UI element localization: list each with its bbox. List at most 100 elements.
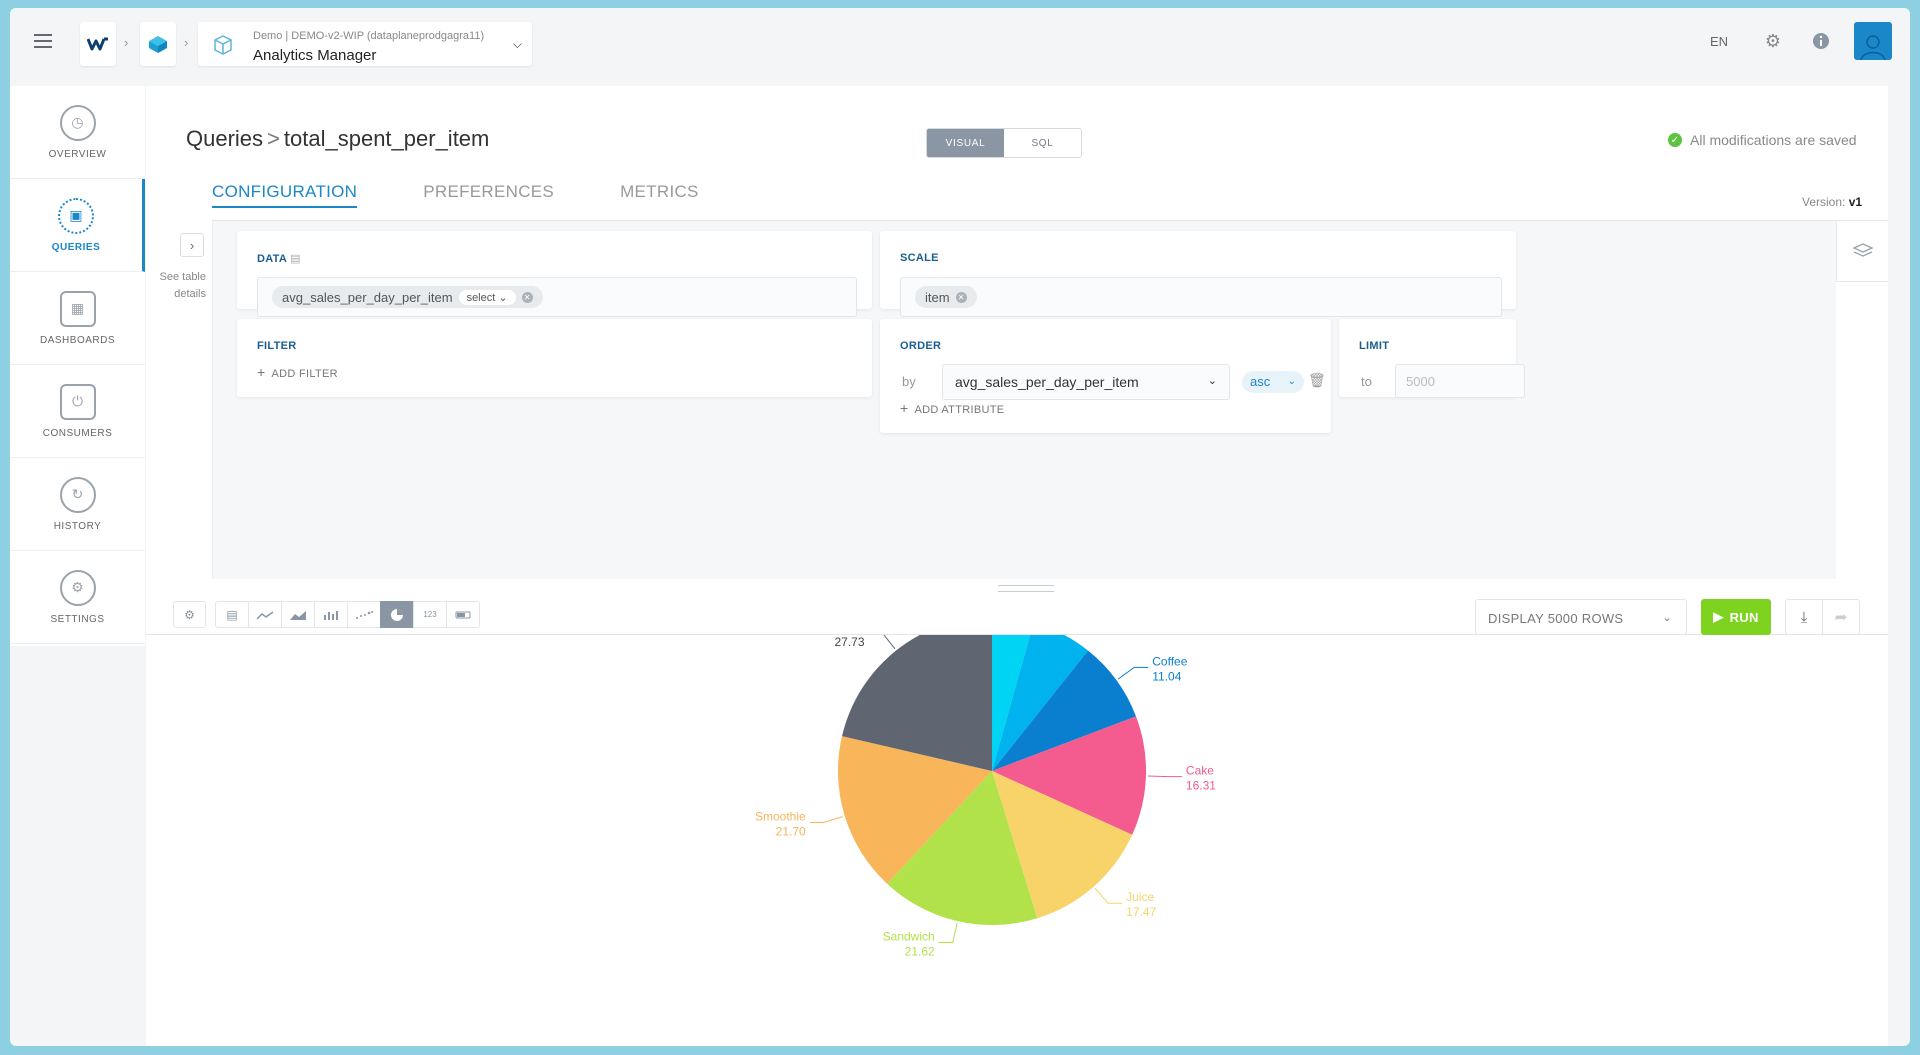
sql-mode-button[interactable]: SQL xyxy=(1004,129,1081,157)
history-icon: ↻ xyxy=(59,476,96,513)
sidebar-item-label: OVERVIEW xyxy=(48,148,107,160)
app-name: Analytics Manager xyxy=(253,47,377,64)
scale-field[interactable]: item ✕ xyxy=(900,277,1502,317)
add-filter-button[interactable]: + ADD FILTER xyxy=(257,364,338,380)
bar-chart-icon[interactable] xyxy=(314,601,348,628)
sidebar-item-consumers[interactable]: ⏻ CONSUMERS xyxy=(10,365,145,458)
gear-icon[interactable]: ⚙ xyxy=(1762,30,1784,52)
sidebar-item-dashboards[interactable]: ▦ DASHBOARDS xyxy=(10,272,145,365)
chart-toolbar: ⚙ ▤ 123 DISPLAY 5000 ROWS ⌄ ▶ RUN ⤓ ➦ xyxy=(146,579,1888,635)
pie-label: Cake xyxy=(1186,764,1214,778)
trash-icon[interactable]: 🗑 xyxy=(1308,372,1326,389)
top-bar: › › Demo | DEMO-v2-WIP (dataplaneprodgag… xyxy=(10,8,1910,78)
user-avatar[interactable] xyxy=(1854,22,1892,60)
sidebar-item-label: QUERIES xyxy=(51,241,101,253)
chevron-down-icon: ⌵ xyxy=(512,37,522,51)
pie-label: Sandwich xyxy=(883,930,935,944)
info-icon[interactable] xyxy=(1810,30,1832,52)
logo-icon xyxy=(87,37,108,51)
tab-bar: CONFIGURATION PREFERENCES METRICS xyxy=(212,182,765,208)
pie-chart: Cookie5.64Tea8.28Coffee11.04Cake16.31Jui… xyxy=(146,635,1888,1046)
gauge-icon: ◷ xyxy=(59,104,96,141)
breadcrumb-queries-link[interactable]: Queries xyxy=(186,126,263,151)
user-icon xyxy=(1860,35,1886,60)
pie-leader-line xyxy=(1094,887,1123,904)
mode-toggle: VISUAL SQL xyxy=(926,128,1082,158)
run-button[interactable]: ▶ RUN xyxy=(1701,599,1771,635)
order-card: ORDER by avg_sales_per_day_per_item ⌄ as… xyxy=(880,319,1331,433)
plug-icon: ⏻ xyxy=(59,383,96,420)
app-window: › › Demo | DEMO-v2-WIP (dataplaneprodgag… xyxy=(10,8,1910,1046)
sidebar-item-settings[interactable]: ⚙ SETTINGS xyxy=(10,551,145,644)
version-caption: Version: xyxy=(1802,195,1846,209)
order-direction-select[interactable]: asc ⌄ xyxy=(1242,371,1304,393)
limit-to-label: to xyxy=(1361,374,1372,389)
run-label: RUN xyxy=(1729,609,1759,625)
pie-chart-icon[interactable] xyxy=(380,601,414,628)
remove-icon[interactable]: ✕ xyxy=(955,291,967,303)
sidebar-item-history[interactable]: ↻ HISTORY xyxy=(10,458,145,551)
limit-input[interactable]: 5000 xyxy=(1395,364,1525,398)
app-selector[interactable]: Demo | DEMO-v2-WIP (dataplaneprodgagra11… xyxy=(198,22,532,66)
pie-value-label: 21.62 xyxy=(905,945,935,959)
remove-icon[interactable]: ✕ xyxy=(521,291,533,303)
pie-leader-line xyxy=(1117,666,1149,680)
plus-icon: + xyxy=(900,400,909,416)
line-chart-icon[interactable] xyxy=(248,601,282,628)
pie-label: Juice xyxy=(1126,890,1154,904)
pie-label: Coffee xyxy=(1152,654,1187,668)
chevron-right-icon[interactable]: › xyxy=(180,233,204,257)
version-label: Version: v1 xyxy=(1802,195,1862,209)
limit-title: LIMIT xyxy=(1359,340,1390,352)
pie-chart-svg: Cookie5.64Tea8.28Coffee11.04Cake16.31Jui… xyxy=(755,635,1216,959)
display-rows-select[interactable]: DISPLAY 5000 ROWS ⌄ xyxy=(1475,599,1687,635)
see-table-details-link[interactable]: See table details xyxy=(148,269,206,303)
tab-metrics[interactable]: METRICS xyxy=(620,182,699,208)
scatter-chart-icon[interactable] xyxy=(347,601,381,628)
cube-icon xyxy=(149,36,167,53)
pie-value-label: 11.04 xyxy=(1152,669,1181,683)
display-rows-value: DISPLAY 5000 ROWS xyxy=(1488,611,1624,626)
sidebar-item-label: DASHBOARDS xyxy=(39,334,115,346)
configuration-area: DATA ▤ avg_sales_per_day_per_item select… xyxy=(213,221,1836,579)
sidebar-item-label: SETTINGS xyxy=(50,613,105,625)
filter-card: FILTER + ADD FILTER xyxy=(237,319,872,397)
scale-chip-label: item xyxy=(925,289,950,305)
limit-card: LIMIT to 5000 xyxy=(1339,319,1525,398)
pie-leader-line xyxy=(1147,775,1182,778)
aggregation-select[interactable]: select ⌄ xyxy=(458,289,516,305)
tab-preferences[interactable]: PREFERENCES xyxy=(423,182,554,208)
sidebar-item-overview[interactable]: ◷ OVERVIEW xyxy=(10,86,145,179)
app-cube-icon xyxy=(214,35,232,55)
chevron-down-icon: ⌄ xyxy=(1662,612,1672,624)
data-field[interactable]: avg_sales_per_day_per_item select ⌄ ✕ xyxy=(257,277,857,317)
menu-icon[interactable] xyxy=(34,34,52,48)
download-icon[interactable]: ⤓ xyxy=(1785,599,1823,635)
home-logo-button[interactable] xyxy=(80,22,116,66)
breadcrumb: Queries > total_spent_per_item xyxy=(186,126,489,152)
add-attribute-button[interactable]: + ADD ATTRIBUTE xyxy=(900,400,1004,416)
scale-chip[interactable]: item ✕ xyxy=(915,286,977,308)
queries-icon: ▣ xyxy=(58,197,94,234)
language-switch[interactable]: EN xyxy=(1710,34,1728,49)
project-button[interactable] xyxy=(140,22,176,66)
pie-value-label: 21.70 xyxy=(776,824,806,838)
table-view-icon[interactable]: ▤ xyxy=(215,601,249,628)
share-icon[interactable]: ➦ xyxy=(1822,599,1860,635)
pie-leader-line xyxy=(883,635,896,650)
layers-icon xyxy=(1852,243,1874,257)
layers-button[interactable] xyxy=(1836,221,1889,282)
app-context: Demo | DEMO-v2-WIP (dataplaneprodgagra11… xyxy=(253,30,485,42)
area-chart-icon[interactable] xyxy=(281,601,315,628)
order-field-value: avg_sales_per_day_per_item xyxy=(955,374,1139,390)
data-chip[interactable]: avg_sales_per_day_per_item select ⌄ ✕ xyxy=(272,286,543,308)
breadcrumb-separator: > xyxy=(267,126,280,151)
order-field-select[interactable]: avg_sales_per_day_per_item ⌄ xyxy=(942,364,1230,400)
visual-mode-button[interactable]: VISUAL xyxy=(927,129,1004,157)
sidebar-item-queries[interactable]: ▣ QUERIES xyxy=(10,179,145,272)
number-view-icon[interactable]: 123 xyxy=(413,601,447,628)
gauge-view-icon[interactable] xyxy=(446,601,480,628)
chart-settings-icon[interactable]: ⚙ xyxy=(173,601,206,628)
sidebar-item-label: CONSUMERS xyxy=(42,427,113,439)
tab-configuration[interactable]: CONFIGURATION xyxy=(212,182,358,208)
